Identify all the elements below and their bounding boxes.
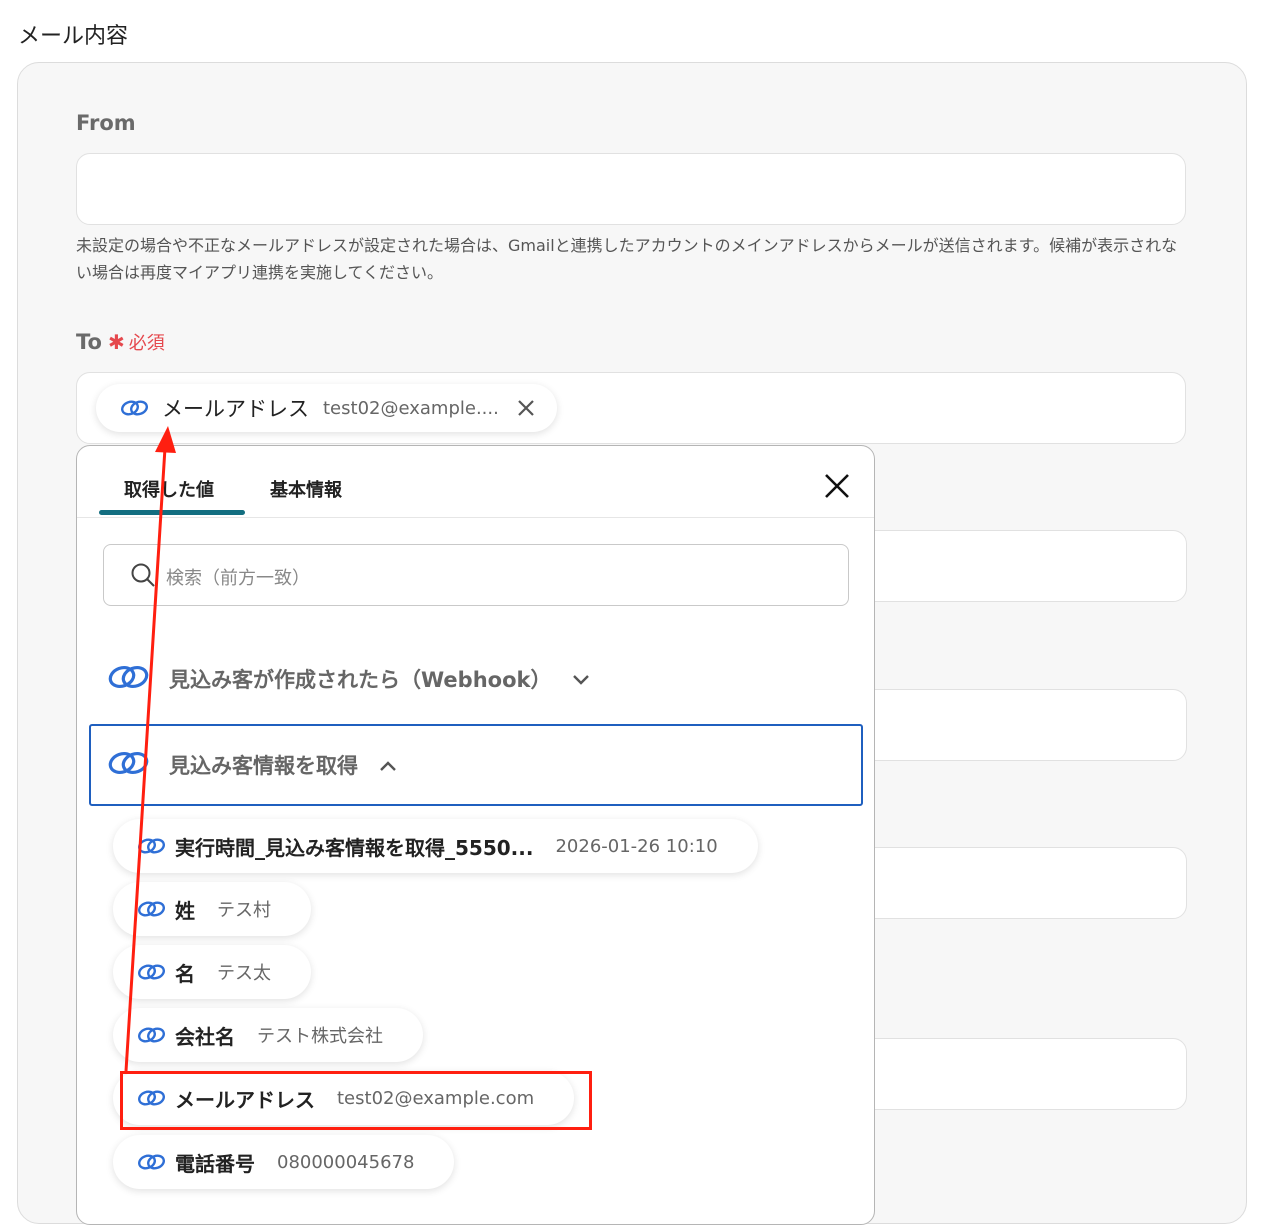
to-chip-key: メールアドレス bbox=[162, 397, 309, 421]
value-item-last-name[interactable]: 姓 テス村 bbox=[113, 882, 311, 936]
from-help-text: 未設定の場合や不正なメールアドレスが設定された場合は、Gmailと連携したアカウ… bbox=[76, 236, 1178, 282]
item-key: 姓 bbox=[175, 898, 195, 923]
value-item-company[interactable]: 会社名 テスト株式会社 bbox=[113, 1008, 423, 1062]
item-key: 実行時間_見込み客情報を取得_5550... bbox=[175, 835, 534, 860]
tab-divider bbox=[77, 517, 874, 518]
link-icon bbox=[137, 1088, 167, 1108]
item-key: 名 bbox=[175, 961, 195, 986]
to-label-text: To bbox=[76, 330, 102, 354]
search-icon bbox=[130, 562, 156, 592]
item-key: メールアドレス bbox=[175, 1087, 315, 1112]
field-input-partial-1[interactable] bbox=[860, 689, 1187, 761]
item-key: 電話番号 bbox=[175, 1151, 255, 1176]
link-icon bbox=[107, 661, 151, 697]
item-value: 2026-01-26 10:10 bbox=[555, 835, 718, 857]
section-title: メール内容 bbox=[18, 24, 129, 49]
item-value: test02@example.com bbox=[337, 1087, 535, 1109]
value-item-email[interactable]: メールアドレス test02@example.com bbox=[113, 1071, 575, 1125]
value-item-execution-time[interactable]: 実行時間_見込み客情報を取得_5550... 2026-01-26 10:10 bbox=[113, 819, 758, 873]
active-tab-indicator bbox=[99, 510, 245, 515]
close-icon[interactable] bbox=[823, 472, 851, 500]
value-item-phone[interactable]: 電話番号 080000045678 bbox=[113, 1135, 455, 1189]
link-icon bbox=[137, 899, 167, 919]
link-icon bbox=[137, 836, 167, 856]
to-chip-value: test02@example.... bbox=[323, 397, 499, 419]
item-key: 会社名 bbox=[175, 1024, 235, 1049]
item-value: テスト株式会社 bbox=[257, 1026, 383, 1047]
from-input[interactable] bbox=[76, 153, 1186, 225]
search-placeholder: 検索（前方一致） bbox=[166, 568, 310, 589]
subject-input-partial[interactable] bbox=[860, 530, 1187, 602]
group-webhook-trigger[interactable]: 見込み客が作成されたら（Webhook） bbox=[89, 638, 863, 720]
link-icon bbox=[120, 398, 150, 418]
value-item-first-name[interactable]: 名 テス太 bbox=[113, 945, 311, 999]
group-label: 見込み客情報を取得 bbox=[169, 754, 358, 778]
to-value-chip[interactable]: メールアドレス test02@example.... bbox=[96, 384, 557, 432]
item-value: 080000045678 bbox=[277, 1151, 415, 1173]
to-label: To ✱ 必須 bbox=[76, 329, 165, 355]
search-input[interactable]: 検索（前方一致） bbox=[103, 544, 849, 606]
field-input-partial-2[interactable] bbox=[860, 847, 1187, 919]
item-value: テス村 bbox=[217, 900, 271, 921]
link-icon bbox=[107, 747, 151, 783]
required-star-icon: ✱ bbox=[107, 330, 125, 354]
tab-basic-info[interactable]: 基本情報 bbox=[270, 476, 342, 502]
link-icon bbox=[137, 1025, 167, 1045]
chevron-up-icon bbox=[378, 758, 398, 772]
tab-acquired-values[interactable]: 取得した値 bbox=[124, 476, 214, 502]
chevron-down-icon bbox=[571, 672, 591, 686]
group-get-lead-info[interactable]: 見込み客情報を取得 bbox=[89, 724, 863, 806]
item-value: テス太 bbox=[217, 963, 271, 984]
link-icon bbox=[137, 962, 167, 982]
group-label: 見込み客が作成されたら（Webhook） bbox=[169, 668, 552, 692]
from-label: From bbox=[76, 111, 136, 135]
field-input-partial-3[interactable] bbox=[860, 1038, 1187, 1110]
remove-chip-icon[interactable] bbox=[517, 399, 535, 417]
required-text: 必須 bbox=[128, 333, 165, 354]
link-icon bbox=[137, 1152, 167, 1172]
